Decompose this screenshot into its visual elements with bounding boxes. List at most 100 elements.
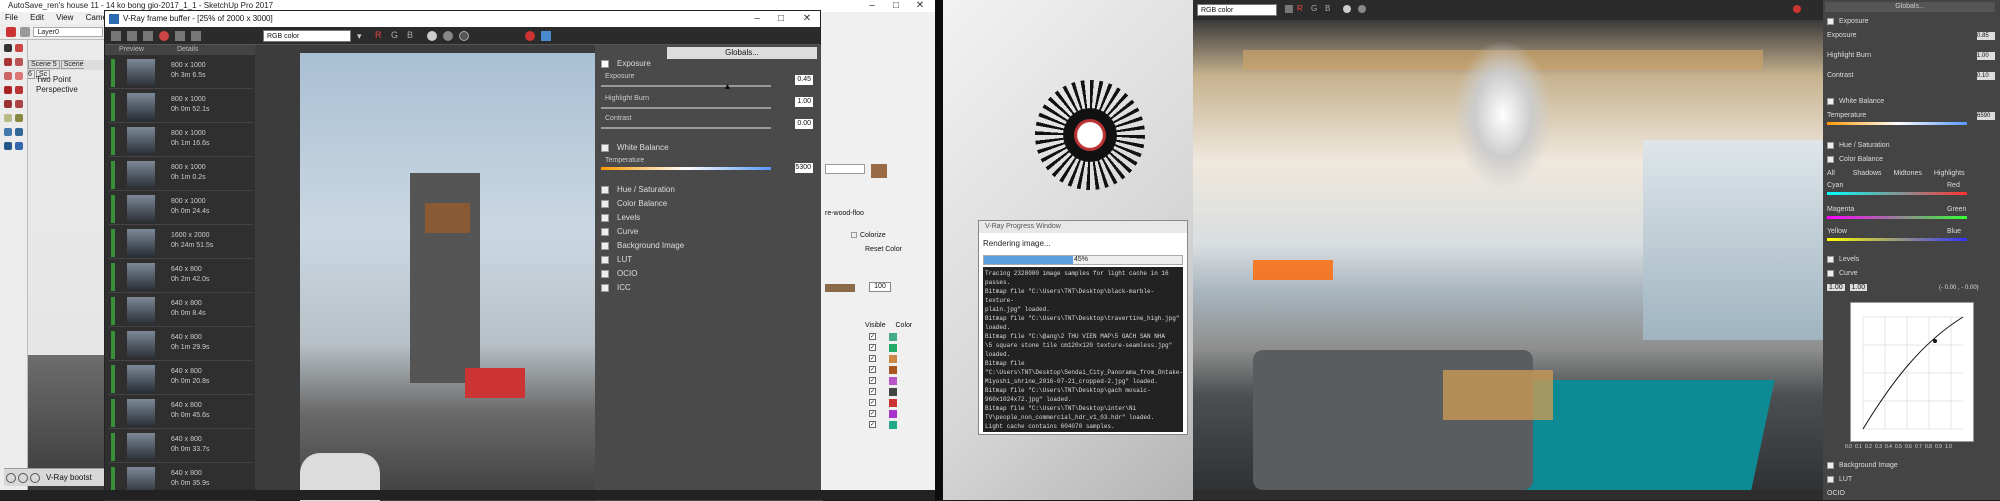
background-image-checkbox[interactable] xyxy=(601,241,609,250)
vfb2-mono-icon[interactable] xyxy=(1343,5,1351,13)
vfb2-exposure-slider-row[interactable]: Exposure 0.85 xyxy=(1827,30,1997,42)
vfb2-lut-row[interactable]: LUT xyxy=(1827,474,1997,486)
layer-visible-checkbox[interactable]: ✓ xyxy=(869,410,876,417)
sketchup-viewport[interactable] xyxy=(28,40,108,490)
history-row[interactable]: 800 x 1000 0h 0m 24.4s xyxy=(109,193,253,225)
history-row[interactable]: 800 x 1000 0h 3m 6.5s xyxy=(109,57,253,89)
layer-visible-checkbox[interactable]: ✓ xyxy=(869,377,876,384)
vfb2-lut-checkbox[interactable] xyxy=(1827,475,1834,483)
rotate-icon[interactable] xyxy=(4,100,12,108)
scale-icon[interactable] xyxy=(15,100,23,108)
menu-view[interactable]: View xyxy=(56,13,73,22)
vfb2-highlight-value[interactable]: 1.00 xyxy=(1977,52,1995,60)
vfb2-bg-checkbox[interactable] xyxy=(1827,461,1834,469)
alpha-icon[interactable] xyxy=(443,31,453,41)
mode-shadows[interactable]: Shadows xyxy=(1853,170,1882,177)
layer-color-swatch[interactable] xyxy=(889,355,897,363)
vfb2-bg-row[interactable]: Background Image xyxy=(1827,460,1997,472)
minimize-icon[interactable]: – xyxy=(860,0,884,12)
layer-visible-checkbox[interactable]: ✓ xyxy=(869,355,876,362)
vfb2-contrast-row[interactable]: Contrast 0.10 xyxy=(1827,70,1997,82)
history-icon[interactable] xyxy=(111,31,121,41)
history-row[interactable]: 800 x 1000 0h 1m 0.2s xyxy=(109,159,253,191)
ocio-checkbox[interactable] xyxy=(601,269,609,278)
balance-yellow-blue[interactable]: Yellow Blue xyxy=(1827,226,1997,238)
vfb2-channel-icon[interactable] xyxy=(1285,5,1293,13)
rectangle-icon[interactable] xyxy=(4,72,12,80)
vfb2-color-balance-row[interactable]: Color Balance xyxy=(1827,154,1997,166)
layer-color-swatch[interactable] xyxy=(889,388,897,396)
green-channel-icon[interactable]: G xyxy=(391,30,398,40)
vfb2-curve-checkbox[interactable] xyxy=(1827,269,1834,277)
icc-row[interactable]: ICC xyxy=(601,281,815,295)
stop-render-icon[interactable] xyxy=(525,31,535,41)
icc-checkbox[interactable] xyxy=(601,283,609,292)
vfb-close-icon[interactable]: ✕ xyxy=(795,13,819,25)
layer-visible-checkbox[interactable]: ✓ xyxy=(869,344,876,351)
vfb2-exposure-checkbox[interactable] xyxy=(1827,17,1834,25)
eraser-icon[interactable] xyxy=(15,44,23,52)
pan-icon[interactable] xyxy=(15,128,23,136)
push-pull-icon[interactable] xyxy=(4,86,12,94)
select-icon[interactable] xyxy=(4,44,12,52)
region-icon[interactable] xyxy=(459,31,469,41)
vfb2-levels-checkbox[interactable] xyxy=(1827,255,1834,263)
zoom-extents-icon[interactable] xyxy=(15,142,23,150)
layer-visible-checkbox[interactable]: ✓ xyxy=(869,333,876,340)
vfb-maximize-icon[interactable]: □ xyxy=(769,13,793,25)
color-balance-checkbox[interactable] xyxy=(601,199,609,208)
layer-color-swatch[interactable] xyxy=(889,421,897,429)
vfb2-temperature-slider[interactable] xyxy=(1827,122,1967,125)
layer-row[interactable]: ✓ xyxy=(865,354,925,364)
history-row[interactable]: 640 x 800 0h 2m 42.0s xyxy=(109,261,253,293)
layer-icon[interactable] xyxy=(20,27,31,37)
zoom-icon[interactable] xyxy=(4,142,12,150)
vfb-minimize-icon[interactable]: – xyxy=(745,13,769,25)
material-color-swatch[interactable] xyxy=(871,164,887,178)
maximize-icon[interactable]: □ xyxy=(884,0,908,12)
vfb2-curve-row[interactable]: Curve xyxy=(1827,268,1997,280)
save-icon[interactable] xyxy=(127,31,137,41)
mono-icon[interactable] xyxy=(427,31,437,41)
layer-row[interactable]: ✓ xyxy=(865,420,925,430)
lut-row[interactable]: LUT xyxy=(601,253,815,267)
menu-file[interactable]: File xyxy=(5,13,18,22)
layer-visible-checkbox[interactable]: ✓ xyxy=(869,366,876,373)
vfb2-red-icon[interactable]: R xyxy=(1297,4,1303,13)
yellow-blue-slider[interactable] xyxy=(1827,238,1967,241)
layer-color-swatch[interactable] xyxy=(889,377,897,385)
vfb2-green-icon[interactable]: G xyxy=(1311,4,1317,13)
layer-visible-checkbox[interactable]: ✓ xyxy=(869,388,876,395)
ocio-row[interactable]: OCIO xyxy=(601,267,815,281)
layer-color-swatch[interactable] xyxy=(889,399,897,407)
temperature-slider[interactable] xyxy=(601,167,771,170)
move-icon[interactable] xyxy=(15,86,23,94)
curve-field-2[interactable]: 1.00 xyxy=(1849,284,1868,291)
history-row[interactable]: 640 x 800 0h 1m 29.9s xyxy=(109,329,253,361)
layer-color-swatch[interactable] xyxy=(889,344,897,352)
vfb2-ocio-row[interactable]: OCIO xyxy=(1827,488,1997,500)
vfb2-stop-icon[interactable] xyxy=(1793,5,1801,13)
vfb2-temperature-value[interactable]: 6590 xyxy=(1977,112,1995,120)
mode-midtones[interactable]: Midtones xyxy=(1893,170,1921,177)
layer-visible-checkbox[interactable]: ✓ xyxy=(869,399,876,406)
hue-saturation-row[interactable]: Hue / Saturation xyxy=(601,183,815,197)
history-row[interactable]: 800 x 1000 0h 1m 16.6s xyxy=(109,125,253,157)
material-swatch-field[interactable] xyxy=(825,164,865,174)
curve-editor[interactable] xyxy=(1850,302,1974,442)
layer-row[interactable]: ✓ xyxy=(865,409,925,419)
layer-visible-checkbox[interactable]: ✓ xyxy=(869,421,876,428)
background-image-row[interactable]: Background Image xyxy=(601,239,815,253)
history-row[interactable]: 640 x 800 0h 0m 33.7s xyxy=(109,431,253,463)
layer-row[interactable]: ✓ xyxy=(865,398,925,408)
white-balance-checkbox[interactable] xyxy=(601,143,609,152)
temperature-value[interactable]: 5300 xyxy=(795,163,813,173)
mode-all[interactable]: All xyxy=(1827,170,1835,177)
load-icon[interactable] xyxy=(143,31,153,41)
compare-icon[interactable] xyxy=(175,31,185,41)
close-icon[interactable]: ✕ xyxy=(908,0,932,12)
circle-icon[interactable] xyxy=(15,72,23,80)
layer-color-swatch[interactable] xyxy=(889,366,897,374)
vfb2-levels-row[interactable]: Levels xyxy=(1827,254,1997,266)
channel-select[interactable]: RGB color xyxy=(263,30,351,42)
